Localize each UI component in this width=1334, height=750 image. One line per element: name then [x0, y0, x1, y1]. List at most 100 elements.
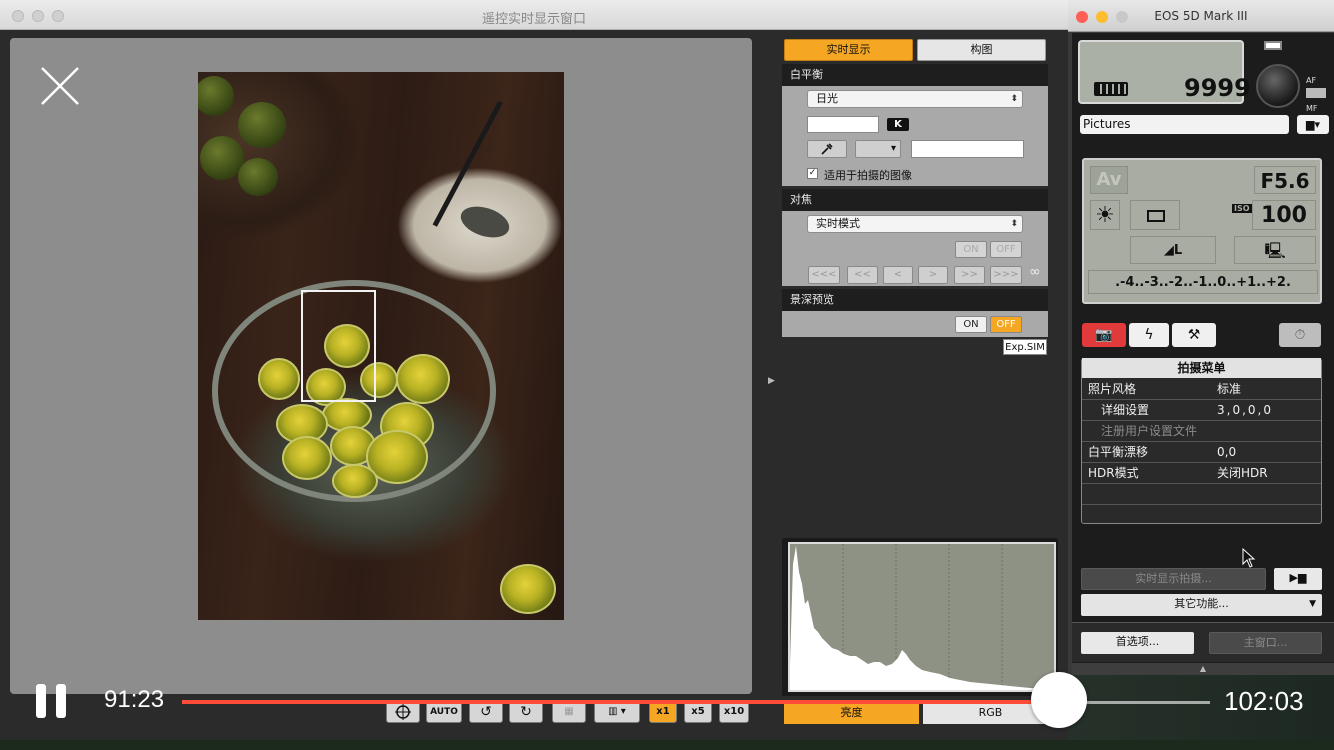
color-temp-input[interactable]	[807, 116, 879, 133]
pause-icon[interactable]	[34, 682, 68, 720]
lime	[396, 354, 450, 404]
histogram	[788, 542, 1056, 692]
preferences-button[interactable]: 首选项...	[1081, 632, 1194, 654]
menu-key: 注册用户设置文件	[1101, 424, 1198, 438]
movie-button[interactable]: ▶▆	[1274, 568, 1322, 590]
tab-composition[interactable]: 构图	[917, 39, 1046, 61]
rotate-left-button[interactable]: ↺	[469, 701, 503, 723]
menu-value: 关闭HDR	[1217, 466, 1268, 480]
menu-row-detail-settings[interactable]: 详细设置 3,0,0,0	[1082, 400, 1321, 421]
apply-checkbox[interactable]: ✓	[807, 168, 818, 179]
menu-row-hdr-mode[interactable]: HDR模式 关闭HDR	[1082, 463, 1321, 484]
focus-near-2-button[interactable]: <<	[847, 266, 878, 284]
af-off-button[interactable]: OFF	[990, 241, 1022, 258]
histogram-tab-brightness[interactable]: 亮度	[784, 702, 919, 724]
focus-mode-value: 实时模式	[816, 217, 860, 230]
focus-far-3-button[interactable]: >>>	[990, 266, 1022, 284]
infinity-icon: ∞	[1029, 264, 1041, 280]
shooting-mode[interactable]: Av	[1090, 166, 1128, 194]
dof-preview-heading: 景深预览	[782, 289, 1048, 311]
auto-rotate-button[interactable]: AUTO	[426, 701, 462, 723]
af-mf-switch[interactable]	[1306, 88, 1326, 98]
focus-mode-select[interactable]: 实时模式 ⬍	[807, 215, 1023, 233]
focus-far-1-button[interactable]: >	[918, 266, 948, 284]
frame-icon	[1147, 210, 1165, 222]
iso-label: ISO	[1232, 204, 1252, 213]
af-on-button[interactable]: ON	[955, 241, 987, 258]
desktop-strip	[0, 740, 1334, 750]
exposure-compensation-scale[interactable]: .-4..-3..-2..-1..0..+1..+2.	[1088, 270, 1318, 294]
menu-row-empty	[1082, 484, 1321, 505]
live-view-image[interactable]	[198, 72, 564, 620]
aspect-ratio-button[interactable]: ▥ ▾	[594, 701, 640, 723]
zoom-x1-button[interactable]: x1	[649, 701, 677, 723]
wb-click-field[interactable]	[911, 140, 1024, 158]
image-quality-button[interactable]: ◢L	[1130, 236, 1216, 264]
focus-near-1-button[interactable]: <	[883, 266, 913, 284]
close-icon[interactable]	[40, 66, 80, 106]
main-window-button[interactable]: 主窗口...	[1209, 632, 1322, 654]
flash-tab[interactable]: ϟ	[1129, 323, 1169, 347]
rotate-right-button[interactable]: ↻	[509, 701, 543, 723]
menu-value: 0,0	[1217, 445, 1237, 459]
lime	[258, 358, 300, 400]
menu-row-register-user-file[interactable]: 注册用户设置文件	[1082, 421, 1321, 442]
aspect-ratio-icon: ▥ ▾	[608, 706, 626, 717]
shots-remaining: 9999	[1184, 74, 1251, 102]
wb-click-dropdown[interactable]: ▾	[855, 140, 901, 158]
lime	[282, 436, 332, 480]
white-balance-value: 日光	[816, 92, 838, 105]
exposure-simulation-badge: Exp.SIM	[1003, 339, 1047, 355]
lime	[332, 464, 378, 498]
dof-off-button[interactable]: OFF	[990, 316, 1022, 333]
tab-live-view[interactable]: 实时显示	[784, 39, 913, 61]
picture-style-button[interactable]	[1130, 200, 1180, 230]
video-elapsed-time: 91:23	[104, 686, 165, 713]
af-focus-frame[interactable]	[301, 290, 376, 402]
menu-key: 白平衡漂移	[1088, 445, 1149, 459]
shooting-menu-heading: 拍摄菜单	[1082, 358, 1321, 378]
drawer-toggle-icon[interactable]: ▲	[1072, 663, 1334, 675]
shutter-button[interactable]	[1256, 64, 1300, 108]
timer-icon: ⏱	[1294, 327, 1306, 343]
image-quality-icon: ◢L	[1163, 243, 1183, 258]
rotate-right-icon: ↻	[520, 704, 532, 720]
live-view-shoot-button[interactable]: 实时显示拍摄...	[1081, 568, 1266, 590]
focus-heading: 对焦	[782, 189, 1048, 211]
zoom-x5-button[interactable]: x5	[684, 701, 712, 723]
dof-on-button[interactable]: ON	[955, 316, 987, 333]
setup-tab[interactable]: ⚒	[1172, 323, 1216, 347]
menu-row-picture-style[interactable]: 照片风格 标准	[1082, 379, 1321, 400]
save-folder-field[interactable]: Pictures	[1080, 115, 1289, 134]
apply-checkbox-label: 适用于拍摄的图像	[824, 169, 912, 182]
panel-collapse-icon[interactable]: ▶	[768, 376, 775, 386]
video-scrubber-thumb[interactable]	[1031, 672, 1087, 728]
eyedropper-button[interactable]	[807, 140, 847, 158]
menu-key: 详细设置	[1101, 403, 1150, 417]
crosshair-icon	[395, 704, 411, 720]
menu-value: 标准	[1217, 382, 1242, 396]
zoom-x10-button[interactable]: x10	[719, 701, 749, 723]
white-balance-select[interactable]: 日光 ⬍	[807, 90, 1023, 108]
top-lcd: 9999	[1078, 40, 1251, 104]
save-destination-button[interactable]: 🖳	[1234, 236, 1316, 264]
select-arrows-icon: ⬍	[1010, 94, 1018, 104]
menu-row-wb-shift[interactable]: 白平衡漂移 0,0	[1082, 442, 1321, 463]
shoot-tab[interactable]: 📷	[1082, 323, 1126, 347]
save-folder-menu[interactable]: ▆▾	[1297, 115, 1329, 134]
af-label: AF	[1306, 76, 1317, 85]
tools-icon: ⚒	[1187, 327, 1201, 343]
iso-value[interactable]: 100	[1252, 200, 1316, 230]
lime-dark	[238, 102, 286, 148]
grid-button[interactable]: ▦	[552, 701, 586, 723]
focus-near-3-button[interactable]: <<<	[808, 266, 840, 284]
timer-tab[interactable]: ⏱	[1279, 323, 1321, 347]
kelvin-label: K	[887, 118, 909, 131]
other-functions-button[interactable]: 其它功能... ▼	[1081, 594, 1322, 616]
focus-far-2-button[interactable]: >>	[954, 266, 985, 284]
mouse-cursor-icon	[1242, 548, 1256, 568]
crosshair-button[interactable]	[386, 701, 420, 723]
lime	[500, 564, 556, 614]
aperture-value[interactable]: F5.6	[1254, 166, 1316, 194]
white-balance-sun-icon[interactable]: ☀	[1090, 200, 1120, 230]
